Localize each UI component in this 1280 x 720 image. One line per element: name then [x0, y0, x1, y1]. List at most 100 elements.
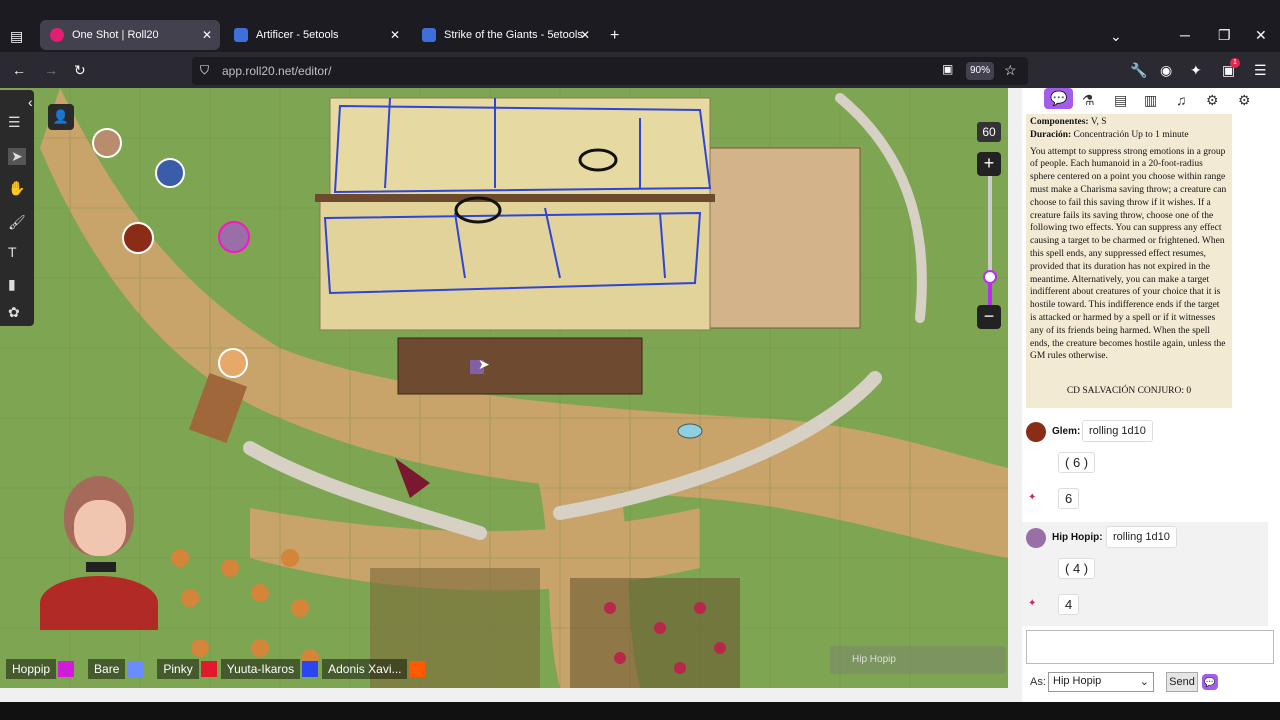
roll-formula: rolling 1d10 [1082, 420, 1153, 442]
compendium-tab-icon[interactable]: ⚗ [1082, 92, 1095, 109]
tab-list-icon[interactable]: ▤ [10, 28, 23, 45]
player-name: Yuuta-Ikaros [220, 659, 301, 679]
settings-tab-icon[interactable]: ⚙ [1238, 92, 1251, 109]
player-adonis[interactable]: Adonis Xavi... [322, 659, 426, 679]
bookmark-star-icon[interactable]: ☆ [1004, 62, 1017, 79]
spell-card: Componentes: V, S Duración: Concentració… [1026, 114, 1232, 408]
forward-icon[interactable]: → [44, 62, 58, 78]
speaking-as-value: Hip Hopip [1053, 675, 1102, 687]
site-info-icon[interactable]: ⛉ [200, 63, 209, 78]
emote-icon[interactable]: 💬 [1202, 674, 1218, 690]
message-sender: Glem: [1052, 426, 1081, 437]
components-value: V, S [1090, 117, 1107, 127]
draw-brush-icon[interactable]: 🖌 [8, 214, 26, 231]
player-pinky[interactable]: Pinky [157, 659, 217, 679]
token-hoppip[interactable] [218, 221, 250, 253]
journal-tab-icon[interactable]: ▥ [1144, 92, 1157, 109]
player-color-swatch [200, 661, 217, 677]
hamburger-menu-icon[interactable]: ☰ [8, 114, 21, 131]
list-all-tabs-icon[interactable]: ⌄ [1110, 28, 1122, 45]
close-tab-icon[interactable]: ✕ [580, 28, 590, 42]
map-zoom-value: 60 [977, 122, 1001, 142]
wrench-icon[interactable]: 🔧 [1130, 62, 1147, 79]
roll-total: 6 [1058, 488, 1080, 509]
reader-view-icon[interactable]: ▣ [942, 62, 953, 76]
roll20-favicon-icon [50, 28, 64, 42]
horizontal-scrollbar[interactable] [0, 688, 1008, 702]
player-account-icon[interactable]: 👤 [48, 104, 74, 130]
chat-message-hip-hopip: Hip Hopip: rolling 1d10 ( 4 ) ✦ 4 [1022, 522, 1268, 626]
select-tool-icon[interactable]: ➤ [8, 148, 26, 165]
dice-tool-icon[interactable]: ✿ [8, 304, 20, 321]
tabletop-map[interactable]: ➤ [0, 88, 1008, 688]
vertical-scrollbar[interactable] [1008, 88, 1022, 702]
zoom-slider-handle[interactable] [983, 270, 997, 284]
roll-icon: ✦ [1028, 598, 1037, 609]
left-toolbar: ‹ ☰ ➤ ✋ 🖌 T ▮ ✿ [0, 90, 34, 326]
spell-save-dc: CD SALVACIÓN CONJURO: 0 [1066, 386, 1192, 396]
player-name: Pinky [157, 659, 199, 679]
ruler-icon[interactable]: ▮ [8, 276, 16, 293]
player-list: Hoppip Bare Pinky Yuuta-Ikaros Adonis Xa… [6, 658, 429, 680]
send-button[interactable]: Send [1166, 672, 1198, 692]
art-library-tab-icon[interactable]: ▤ [1114, 92, 1127, 109]
close-tab-icon[interactable]: ✕ [202, 28, 212, 42]
speaking-as-label: As: [1030, 676, 1046, 688]
text-tool-icon[interactable]: T [8, 244, 17, 260]
chat-tab-icon[interactable]: 💬 [1044, 88, 1074, 109]
collapse-toolbar-icon[interactable]: ‹ [28, 94, 33, 110]
5etools-favicon-icon [422, 28, 436, 42]
cursor-pointer-icon: ➤ [478, 356, 490, 372]
pan-hand-icon[interactable]: ✋ [8, 180, 25, 197]
bottom-bar [0, 702, 1280, 720]
zoom-out-button[interactable]: − [977, 305, 1001, 329]
tab-label: One Shot | Roll20 [72, 29, 159, 41]
tab-artificer[interactable]: Artificer - 5etools ✕ [224, 20, 408, 50]
new-tab-icon[interactable]: + [610, 27, 619, 45]
close-window-icon[interactable]: ✕ [1255, 27, 1267, 44]
avatar [1026, 422, 1046, 442]
reload-icon[interactable]: ↻ [74, 62, 86, 79]
restore-icon[interactable]: ❐ [1218, 27, 1231, 44]
player-color-swatch [127, 661, 144, 677]
token-dwarf[interactable] [92, 128, 122, 158]
spell-description: You attempt to suppress strong emotions … [1030, 146, 1227, 362]
player-color-swatch [409, 661, 426, 677]
tab-roll20[interactable]: One Shot | Roll20 ✕ [40, 20, 220, 50]
collection-tab-icon[interactable]: ⚙ [1206, 92, 1219, 109]
player-bare[interactable]: Bare [88, 659, 144, 679]
jukebox-tab-icon[interactable]: ♫ [1176, 92, 1187, 108]
zoom-in-button[interactable]: + [977, 152, 1001, 176]
duration-label: Duración: [1030, 129, 1072, 140]
token-red-warrior[interactable] [122, 222, 154, 254]
roll-icon: ✦ [1028, 492, 1037, 503]
player-yuuta-ikaros[interactable]: Yuuta-Ikaros [220, 659, 319, 679]
token-halfling[interactable] [218, 348, 248, 378]
character-portrait [40, 476, 158, 630]
extensions-icon[interactable]: ✦ [1190, 62, 1202, 79]
chat-input[interactable] [1026, 630, 1274, 664]
tab-strike-of-the-giants[interactable]: Strike of the Giants - 5etools ✕ [412, 20, 598, 50]
token-blue-cleric[interactable] [155, 158, 185, 188]
speaking-as-select[interactable]: Hip Hopip ⌄ [1048, 672, 1154, 692]
avatar [1026, 528, 1046, 548]
chevron-down-icon: ⌄ [1139, 676, 1149, 688]
account-icon[interactable]: ◉ [1160, 62, 1172, 79]
notification-count: 1 [1230, 58, 1240, 68]
message-sender: Hip Hopip: [1052, 532, 1103, 543]
player-color-swatch [302, 661, 319, 677]
url-text[interactable]: app.roll20.net/editor/ [222, 64, 331, 78]
duration-value: Concentración Up to 1 minute [1073, 129, 1189, 140]
player-hoppip[interactable]: Hoppip [6, 659, 75, 679]
menu-icon[interactable]: ☰ [1254, 62, 1267, 79]
back-icon[interactable]: ← [12, 62, 26, 78]
chat-message-glem: Glem: rolling 1d10 ( 6 ) ✦ 6 [1022, 418, 1268, 518]
hover-player-tag: Hip Hopip [830, 646, 1006, 674]
browser-tab-bar: ▤ One Shot | Roll20 ✕ Artificer - 5etool… [0, 0, 1280, 52]
dice-result: ( 6 ) [1058, 452, 1096, 473]
player-color-swatch [58, 661, 75, 677]
minimize-icon[interactable]: ─ [1180, 27, 1190, 43]
roll-total: 4 [1058, 594, 1080, 615]
close-tab-icon[interactable]: ✕ [390, 28, 400, 42]
zoom-level-badge[interactable]: 90% [966, 62, 994, 80]
